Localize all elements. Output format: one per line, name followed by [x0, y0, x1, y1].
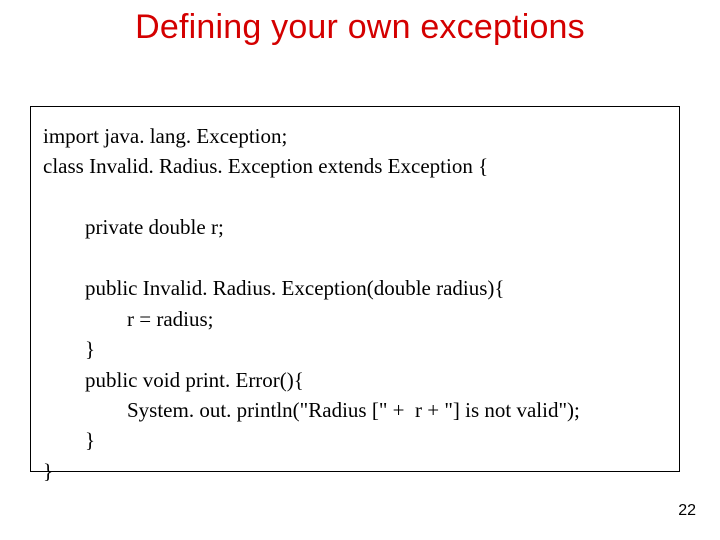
code-box: import java. lang. Exception; class Inva…	[30, 106, 680, 472]
code-block: import java. lang. Exception; class Inva…	[43, 121, 669, 486]
page-number: 22	[678, 502, 696, 520]
slide: Defining your own exceptions import java…	[0, 0, 720, 540]
slide-title: Defining your own exceptions	[0, 8, 720, 47]
